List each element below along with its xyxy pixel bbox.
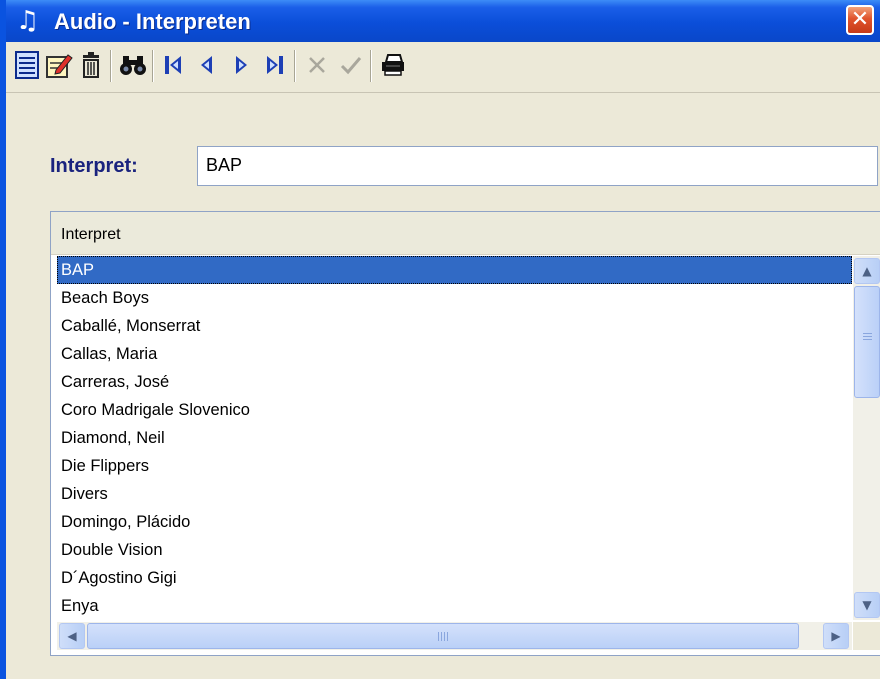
search-button[interactable] (118, 48, 148, 82)
new-record-button[interactable] (12, 48, 42, 82)
toolbar (6, 42, 880, 93)
delete-record-button[interactable] (76, 48, 106, 82)
table-row[interactable]: Die Flippers (57, 452, 852, 480)
interpret-label: Interpret: (50, 155, 138, 177)
column-header-label: Interpret (61, 226, 121, 243)
table-row[interactable]: D´Agostino Gigi (57, 564, 852, 592)
toolbar-separator (294, 50, 296, 82)
edit-record-button[interactable] (44, 48, 74, 82)
audio-interpreten-window: ♫ Audio - Interpreten ✕ Interpret: BAP I… (0, 0, 880, 679)
window-title: Audio - Interpreten (54, 9, 251, 34)
table-row[interactable]: Beach Boys (57, 284, 852, 312)
last-icon (267, 56, 283, 74)
chevron-right-icon: ▶ (831, 629, 841, 643)
first-icon (165, 56, 181, 74)
edit-pencil-icon (46, 54, 73, 78)
close-icon: ✕ (850, 7, 870, 32)
scroll-right-button[interactable]: ▶ (823, 623, 849, 649)
grip-icon (863, 333, 872, 342)
scroll-down-button[interactable]: ▼ (854, 592, 880, 618)
confirm-edit-button[interactable] (336, 48, 366, 82)
print-button[interactable] (378, 48, 408, 82)
previous-icon (201, 56, 212, 74)
interpret-grid[interactable]: Interpret BAP Beach Boys Caballé, Monserra… (50, 211, 880, 656)
document-list-icon (15, 51, 39, 79)
vertical-scrollbar[interactable]: ▲ ▼ (853, 256, 880, 620)
vertical-scroll-thumb[interactable] (854, 286, 880, 398)
music-note-icon: ♫ (16, 6, 40, 36)
column-header-interpret[interactable]: Interpret (51, 212, 880, 255)
table-row[interactable]: Caballé, Monserrat (57, 312, 852, 340)
previous-record-button[interactable] (192, 48, 222, 82)
cancel-edit-button[interactable] (302, 48, 332, 82)
table-row[interactable]: Divers (57, 480, 852, 508)
horizontal-scroll-thumb[interactable] (87, 623, 799, 649)
chevron-up-icon: ▲ (862, 264, 872, 278)
table-row[interactable]: Enya (57, 592, 852, 620)
table-row[interactable]: Carreras, José (57, 368, 852, 396)
toolbar-separator (370, 50, 372, 82)
next-record-button[interactable] (226, 48, 256, 82)
table-row[interactable]: Coro Madrigale Slovenico (57, 396, 852, 424)
toolbar-separator (110, 50, 112, 82)
table-row[interactable]: Diamond, Neil (57, 424, 852, 452)
table-row[interactable]: Callas, Maria (57, 340, 852, 368)
scrollbar-corner (853, 622, 880, 650)
last-record-button[interactable] (260, 48, 290, 82)
horizontal-scrollbar[interactable]: ◀ ▶ (57, 622, 852, 650)
first-record-button[interactable] (158, 48, 188, 82)
printer-icon (382, 54, 404, 76)
title-bar[interactable]: ♫ Audio - Interpreten ✕ (6, 0, 880, 42)
scroll-left-button[interactable]: ◀ (59, 623, 85, 649)
grid-rows: BAP Beach Boys Caballé, Monserrat Callas, M… (57, 256, 852, 621)
checkmark-icon (340, 57, 362, 75)
trash-icon (83, 52, 99, 78)
table-row[interactable]: Domingo, Plácido (57, 508, 852, 536)
toolbar-separator (152, 50, 154, 82)
table-row[interactable]: BAP (57, 256, 852, 284)
grip-icon (438, 632, 450, 641)
table-row[interactable]: Double Vision (57, 536, 852, 564)
interpret-input[interactable]: BAP (197, 146, 878, 186)
cancel-x-icon (309, 57, 325, 73)
binoculars-icon (120, 56, 146, 75)
chevron-left-icon: ◀ (67, 629, 77, 643)
scroll-up-button[interactable]: ▲ (854, 258, 880, 284)
close-button[interactable]: ✕ (846, 5, 874, 35)
chevron-down-icon: ▼ (862, 598, 872, 612)
next-icon (236, 56, 247, 74)
